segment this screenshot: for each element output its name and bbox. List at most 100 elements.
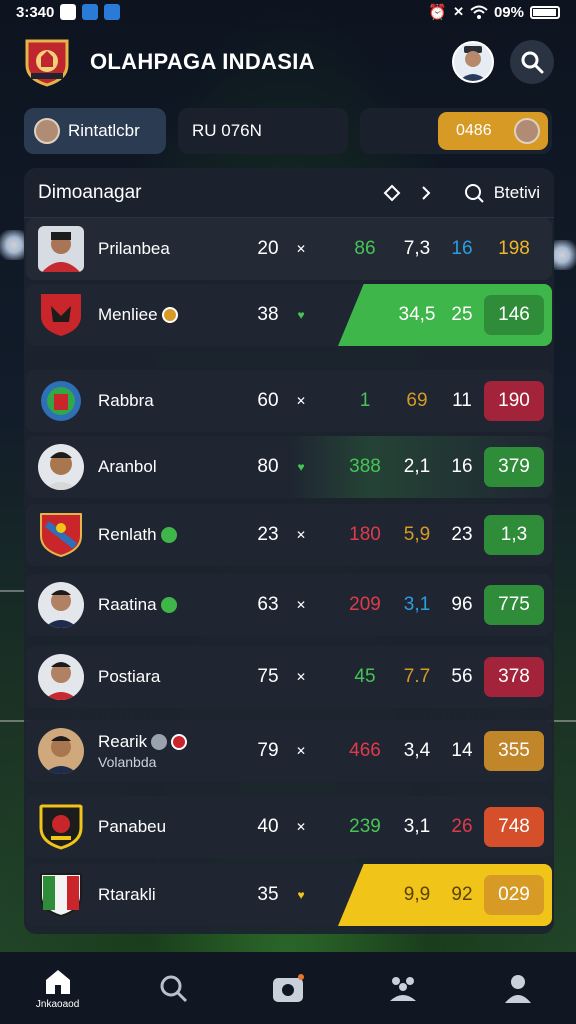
- stat-value: 92: [451, 884, 473, 905]
- team-crest: [38, 378, 84, 424]
- trend-icon: ✕: [295, 528, 307, 542]
- table-row[interactable]: Raatina 63 ✕ 209 3,1 96 775: [26, 574, 552, 636]
- club-badge-icon: [161, 307, 178, 323]
- camera-icon: [272, 974, 304, 1002]
- nav-home[interactable]: Jnkaoaod: [23, 958, 93, 1018]
- rank-value: 60: [257, 390, 279, 411]
- player-name: Rearik: [98, 732, 188, 752]
- table-row[interactable]: Menliee 38 ♥ 34,5 25 146: [26, 284, 552, 346]
- player-name: Prilanbea: [98, 239, 170, 258]
- nav-profile[interactable]: [483, 958, 553, 1018]
- player-photo: [38, 654, 84, 700]
- table-row[interactable]: Rearik Volanbda 79 ✕ 466 3,4 14 355: [26, 720, 552, 782]
- stats-label: Btetivi: [493, 182, 540, 202]
- points-pill[interactable]: 0486: [438, 112, 548, 150]
- app-header: OLAHPAGA INDASIA: [0, 30, 576, 94]
- player-photo: [38, 226, 84, 272]
- filter-chip-round[interactable]: RU 076N: [178, 108, 348, 154]
- score-badge: 775: [484, 585, 544, 625]
- heart-icon: ♥: [297, 460, 305, 474]
- nav-search[interactable]: [138, 958, 208, 1018]
- stat-value: 239: [349, 816, 381, 837]
- user-icon: [505, 975, 532, 1003]
- stat-value: 56: [451, 666, 473, 687]
- filter-chip-points[interactable]: 0486: [360, 108, 552, 154]
- trend-icon: ✕: [295, 598, 307, 612]
- stat-value: 5,9: [403, 524, 431, 545]
- search-button[interactable]: [510, 40, 554, 84]
- score-badge: 146: [484, 295, 544, 335]
- rank-value: 23: [257, 524, 279, 545]
- table-row[interactable]: Prilanbea 20 ✕ 86 7,3 16 198: [26, 218, 552, 280]
- stat-value: 466: [349, 740, 381, 761]
- player-name: Aranbol: [98, 457, 157, 476]
- player-name-text: Raatina: [98, 595, 157, 614]
- rank-value: 40: [257, 816, 279, 837]
- nav-home-label: Jnkaoaod: [35, 998, 80, 1010]
- card-header: Dimoanagar Btetivi: [24, 168, 554, 218]
- team-crest: [38, 292, 84, 338]
- table-row[interactable]: Renlath 23 ✕ 180 5,9 23 1,3: [26, 504, 552, 566]
- avatar: [34, 118, 60, 144]
- card-title: Dimoanagar: [38, 181, 142, 203]
- trend-icon: ✕: [295, 820, 307, 834]
- score-badge: 748: [484, 807, 544, 847]
- score-badge: 378: [484, 657, 544, 697]
- player-name: Rabbra: [98, 391, 154, 410]
- rank-value: 63: [257, 594, 279, 615]
- points-value: 0486: [456, 122, 492, 139]
- team-crest: [38, 804, 84, 850]
- stat-value: 11: [452, 390, 472, 411]
- stat-value: 1: [359, 390, 371, 411]
- player-name: Menliee: [98, 305, 178, 325]
- table-row[interactable]: Postiara 75 ✕ 45 7.7 56 378: [26, 646, 552, 708]
- nav-community[interactable]: [368, 958, 438, 1018]
- player-photo: [38, 444, 84, 490]
- status-bar: 3:340 ⏰ ✕ 09%: [0, 0, 576, 24]
- notification-icon: [82, 4, 99, 20]
- status-time: 3:340: [16, 3, 55, 21]
- team-crest: [38, 872, 84, 918]
- stat-value: 16: [451, 238, 473, 259]
- rank-value: 75: [257, 666, 279, 687]
- shield-icon: [151, 734, 168, 750]
- stat-value: 180: [349, 524, 381, 545]
- bottom-nav: Jnkaoaod: [0, 952, 576, 1024]
- heart-icon: ♥: [297, 888, 305, 902]
- home-icon: [45, 969, 70, 994]
- notification-icon: [104, 4, 121, 20]
- chevron-right-icon[interactable]: [414, 181, 438, 205]
- table-row[interactable]: Panabeu 40 ✕ 239 3,1 26 748: [26, 796, 552, 858]
- stat-value: 86: [354, 238, 376, 259]
- stat-value: 3,1: [403, 594, 431, 615]
- stats-search-icon[interactable]: [462, 181, 486, 205]
- filter-chip-team[interactable]: Rintatlcbr: [24, 108, 166, 154]
- profile-avatar[interactable]: [452, 41, 494, 83]
- stat-value: 69: [406, 390, 428, 411]
- filter-chip-label: Rintatlcbr: [68, 121, 140, 140]
- table-row[interactable]: Aranbol 80 ♥ 388 2,1 16 379: [26, 436, 552, 498]
- alarm-icon: ⏰: [428, 4, 448, 21]
- standings-card: Dimoanagar Btetivi Prilanbea 20 ✕ 86 7,3…: [24, 168, 554, 934]
- stat-value: 209: [349, 594, 381, 615]
- verified-icon: [160, 527, 177, 543]
- score-badge: 1,3: [484, 515, 544, 555]
- player-name: Rtarakli: [98, 885, 156, 904]
- player-name-text: Rearik: [98, 732, 148, 751]
- club-badge-icon: [171, 734, 188, 750]
- app-logo: [22, 37, 72, 87]
- search-icon: [160, 975, 187, 1003]
- rank-value: 35: [257, 884, 279, 905]
- notification-icon: [60, 4, 77, 20]
- table-row[interactable]: Rtarakli 35 ♥ 9,9 92 029: [26, 864, 552, 926]
- stat-value: 26: [451, 816, 473, 837]
- player-subtitle: Volanbda: [98, 754, 157, 770]
- rank-value: 20: [257, 238, 279, 259]
- player-photo: [38, 728, 84, 774]
- nav-camera[interactable]: [253, 958, 323, 1018]
- sort-icon[interactable]: [380, 181, 404, 205]
- player-name: Raatina: [98, 595, 177, 615]
- table-row[interactable]: Rabbra 60 ✕ 1 69 11 190: [26, 370, 552, 432]
- rank-value: 80: [257, 456, 279, 477]
- stat-value: 3,4: [403, 740, 431, 761]
